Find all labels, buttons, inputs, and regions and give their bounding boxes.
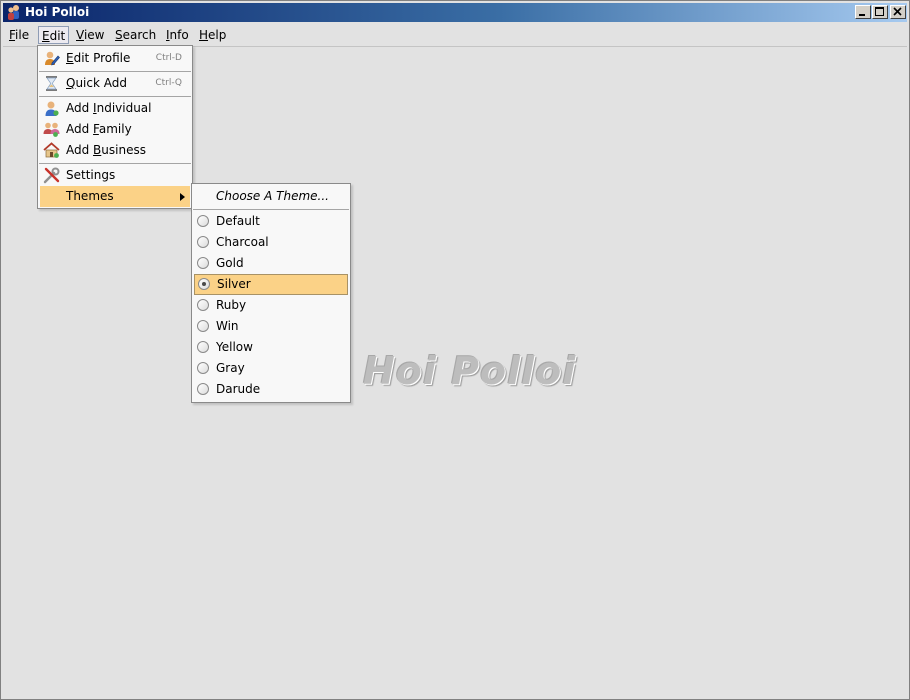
shortcut-label: Ctrl-Q bbox=[155, 78, 182, 88]
family-icon bbox=[43, 121, 60, 138]
person-icon bbox=[43, 100, 60, 117]
radio-button[interactable] bbox=[197, 320, 209, 332]
house-icon bbox=[43, 142, 60, 159]
maximize-icon bbox=[875, 7, 884, 16]
submenu-arrow-icon bbox=[180, 193, 185, 201]
theme-option-yellow[interactable]: Yellow bbox=[192, 337, 350, 358]
hourglass-icon bbox=[43, 75, 60, 92]
theme-option-silver[interactable]: Silver bbox=[194, 274, 348, 295]
menu-search[interactable]: Search bbox=[112, 26, 159, 44]
maximize-button[interactable] bbox=[872, 5, 888, 19]
title-bar[interactable]: Hoi Polloi bbox=[3, 3, 907, 22]
radio-button-selected[interactable] bbox=[198, 278, 210, 290]
radio-button[interactable] bbox=[197, 341, 209, 353]
menu-item-add-family[interactable]: Add Family bbox=[38, 119, 192, 140]
menu-item-quick-add[interactable]: Quick Add Ctrl-Q bbox=[38, 73, 192, 94]
themes-header: Choose A Theme... bbox=[216, 189, 329, 203]
window-title: Hoi Polloi bbox=[25, 5, 90, 19]
theme-option-darude[interactable]: Darude bbox=[192, 379, 350, 400]
menu-item-settings[interactable]: Settings bbox=[38, 165, 192, 186]
menu-item-add-individual[interactable]: Add Individual bbox=[38, 98, 192, 119]
menu-bar: File Edit View Search Info Help bbox=[3, 24, 907, 47]
menu-item-add-business[interactable]: Add Business bbox=[38, 140, 192, 161]
menu-separator bbox=[39, 163, 191, 164]
menu-view[interactable]: View bbox=[73, 26, 107, 44]
radio-button[interactable] bbox=[197, 257, 209, 269]
themes-submenu: Choose A Theme... Default Charcoal Gold … bbox=[191, 183, 351, 403]
theme-option-win[interactable]: Win bbox=[192, 316, 350, 337]
radio-button[interactable] bbox=[197, 362, 209, 374]
menu-separator bbox=[39, 71, 191, 72]
radio-button[interactable] bbox=[197, 383, 209, 395]
edit-profile-icon bbox=[43, 50, 60, 67]
menu-item-edit-profile[interactable]: Edit Profile Ctrl-D bbox=[38, 48, 192, 69]
tools-icon bbox=[43, 167, 60, 184]
menu-separator bbox=[193, 209, 349, 210]
menu-info[interactable]: Info bbox=[163, 26, 192, 44]
people-icon bbox=[6, 4, 22, 20]
theme-option-gray[interactable]: Gray bbox=[192, 358, 350, 379]
theme-option-gold[interactable]: Gold bbox=[192, 253, 350, 274]
close-icon bbox=[893, 7, 902, 16]
close-button[interactable] bbox=[890, 5, 906, 19]
theme-option-default[interactable]: Default bbox=[192, 211, 350, 232]
radio-button[interactable] bbox=[197, 215, 209, 227]
theme-option-charcoal[interactable]: Charcoal bbox=[192, 232, 350, 253]
minimize-button[interactable] bbox=[855, 5, 871, 19]
menu-help[interactable]: Help bbox=[196, 26, 229, 44]
edit-menu: Edit Profile Ctrl-D Quick Add Ctrl-Q Add… bbox=[37, 45, 193, 209]
radio-button[interactable] bbox=[197, 236, 209, 248]
menu-item-themes[interactable]: Themes bbox=[40, 186, 190, 207]
shortcut-label: Ctrl-D bbox=[155, 53, 182, 63]
menu-file[interactable]: File bbox=[6, 26, 32, 44]
menu-edit[interactable]: Edit bbox=[38, 26, 70, 44]
radio-button[interactable] bbox=[197, 299, 209, 311]
app-watermark: Hoi Polloi bbox=[363, 349, 577, 393]
menu-separator bbox=[39, 96, 191, 97]
theme-option-ruby[interactable]: Ruby bbox=[192, 295, 350, 316]
minimize-icon bbox=[859, 14, 865, 16]
